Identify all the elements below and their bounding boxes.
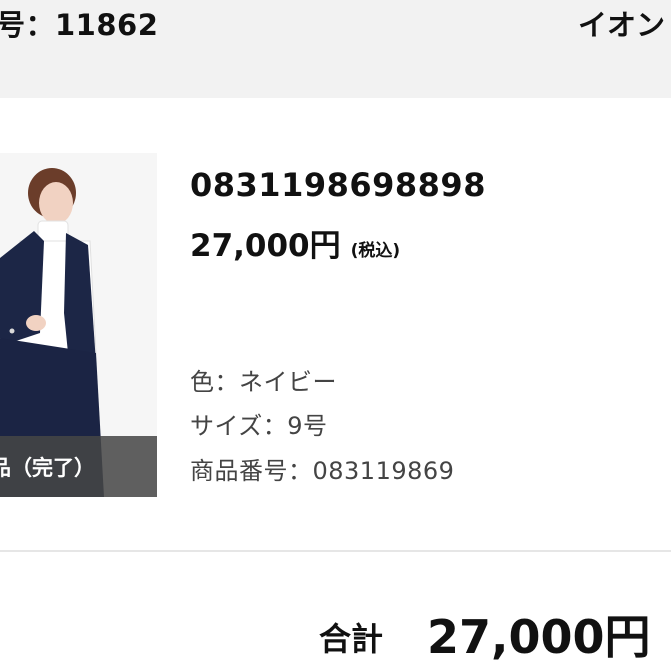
total-label: 合計 [319,620,384,658]
status-label: 品（完了） [0,456,95,480]
item-size: サイズ：9号 [190,412,328,440]
order-header: 号：11862 イオン [0,0,671,98]
item-product-number: 商品番号：083119869 [190,457,455,485]
price-row: 27,000円 (税込) [190,220,400,265]
total-value: 27,000円 [427,610,651,664]
order-detail-page: 号：11862 イオン 品（完了） 0831198698898 27,000円 … [0,0,671,671]
item-price: 27,000円 [190,228,341,264]
item-color: 色：ネイビー [190,368,337,396]
store-name: イオン [578,8,666,42]
tax-label: (税込) [350,241,401,261]
product-code: 0831198698898 [190,166,486,204]
section-divider [0,550,671,552]
order-number: 号：11862 [0,8,159,42]
